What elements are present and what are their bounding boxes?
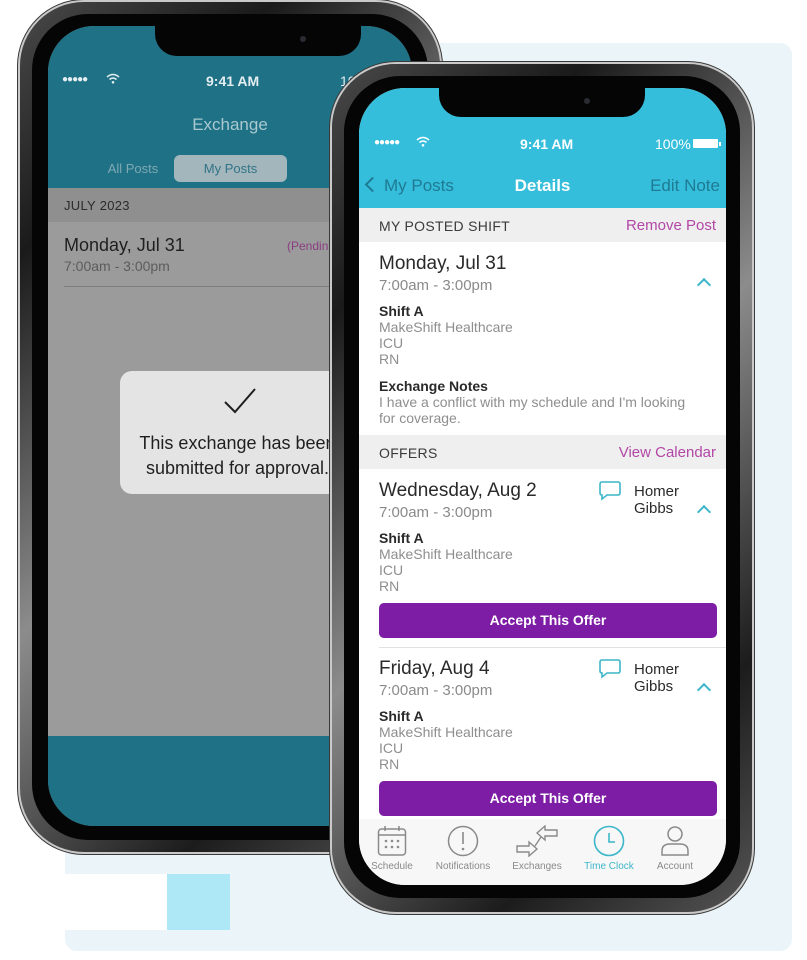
nav-bar: My Posts Details Edit Note bbox=[359, 176, 726, 198]
status-time: 9:41 AM bbox=[520, 136, 574, 152]
edit-note-button[interactable]: Edit Note bbox=[650, 176, 720, 196]
section-label: OFFERS bbox=[379, 445, 438, 461]
tab-bar: Schedule Notifications Exchanges Time Cl… bbox=[359, 819, 726, 885]
battery-icon bbox=[693, 139, 721, 148]
shift-organization: MakeShift Healthcare bbox=[379, 546, 513, 562]
shift-time: 7:00am - 3:00pm bbox=[379, 277, 493, 294]
divider bbox=[379, 647, 726, 648]
shift-role: RN bbox=[379, 756, 400, 772]
status-time: 9:41 AM bbox=[206, 73, 260, 89]
offer-time: 7:00am - 3:00pm bbox=[379, 504, 493, 521]
tab-label: Account bbox=[656, 861, 694, 872]
chevron-left-icon bbox=[364, 176, 381, 193]
tab-label: Notifications bbox=[435, 861, 491, 872]
posted-shift-card: Monday, Jul 31 7:00am - 3:00pm Shift A M… bbox=[379, 253, 719, 433]
shift-name: Shift A bbox=[379, 303, 424, 319]
shift-organization: MakeShift Healthcare bbox=[379, 319, 513, 335]
clock-icon bbox=[593, 825, 625, 857]
view-calendar-link[interactable]: View Calendar bbox=[619, 444, 716, 461]
checkmark-icon bbox=[224, 388, 256, 414]
offer-time: 7:00am - 3:00pm bbox=[379, 682, 493, 699]
shift-role: RN bbox=[379, 578, 400, 594]
exchange-notes: I have a conflict with my schedule and I… bbox=[379, 394, 686, 426]
battery-text: 100% bbox=[655, 136, 691, 152]
message-icon[interactable] bbox=[599, 659, 621, 679]
toast-message: This exchange has been submitted for app… bbox=[120, 431, 355, 481]
shift-name: Shift A bbox=[379, 530, 424, 546]
camera-icon bbox=[584, 98, 590, 104]
offer-card: Wednesday, Aug 2 7:00am - 3:00pm Homer G… bbox=[379, 480, 719, 610]
segment-my-posts[interactable]: My Posts bbox=[174, 155, 287, 182]
status-badge: (Pendin bbox=[287, 239, 329, 253]
calendar-icon bbox=[377, 826, 407, 856]
accept-offer-button[interactable]: Accept This Offer bbox=[379, 781, 717, 816]
back-button[interactable]: My Posts bbox=[364, 176, 454, 196]
notes-label: Exchange Notes bbox=[379, 378, 488, 394]
camera-icon bbox=[300, 36, 306, 42]
section-label: MY POSTED SHIFT bbox=[379, 218, 511, 234]
offer-date: Friday, Aug 4 bbox=[379, 658, 490, 679]
decorative-block-blue bbox=[167, 874, 230, 930]
wifi-icon bbox=[416, 136, 430, 147]
decorative-block-white bbox=[65, 874, 167, 930]
posted-shift-section-header: MY POSTED SHIFT Remove Post bbox=[359, 208, 726, 242]
tab-notifications[interactable]: Notifications bbox=[425, 819, 501, 879]
remove-post-link[interactable]: Remove Post bbox=[626, 217, 716, 234]
right-phone-screen: ●●●●● 9:41 AM 100% My Posts Details Edit… bbox=[359, 88, 726, 885]
tab-label: Exchanges bbox=[512, 861, 562, 872]
person-icon bbox=[661, 826, 689, 856]
notch bbox=[155, 26, 361, 56]
tab-label: Time Clock bbox=[584, 861, 634, 872]
offer-card: Friday, Aug 4 7:00am - 3:00pm Homer Gibb… bbox=[379, 658, 719, 788]
signal-icon: ●●●●● bbox=[62, 74, 88, 85]
shift-unit: ICU bbox=[379, 562, 404, 578]
tab-exchanges[interactable]: Exchanges bbox=[499, 819, 575, 879]
tab-schedule[interactable]: Schedule bbox=[359, 819, 430, 879]
signal-icon: ●●●●● bbox=[374, 137, 400, 148]
toast-message-line: submitted for approval. bbox=[145, 458, 330, 478]
wifi-icon bbox=[106, 73, 120, 84]
shift-unit: ICU bbox=[379, 335, 404, 351]
message-icon[interactable] bbox=[599, 481, 621, 501]
notch bbox=[439, 88, 645, 117]
shift-date: Monday, Jul 31 bbox=[379, 253, 507, 274]
toast-message-line: This exchange has been bbox=[139, 433, 336, 453]
shift-name: Shift A bbox=[379, 708, 424, 724]
status-bar: ●●●●● 9:41 AM 100% bbox=[359, 134, 726, 154]
shift-date: Monday, Jul 31 bbox=[64, 235, 185, 255]
tab-time-clock[interactable]: Time Clock bbox=[571, 819, 647, 879]
tab-label: Schedule bbox=[371, 861, 413, 872]
offer-date: Wednesday, Aug 2 bbox=[379, 480, 537, 501]
shift-unit: ICU bbox=[379, 740, 404, 756]
segment-all-posts[interactable]: All Posts bbox=[88, 155, 178, 182]
offers-section-header: OFFERS View Calendar bbox=[359, 435, 726, 469]
alert-circle-icon bbox=[447, 825, 479, 857]
tab-account[interactable]: Account bbox=[637, 819, 713, 879]
shift-organization: MakeShift Healthcare bbox=[379, 724, 513, 740]
shift-role: RN bbox=[379, 351, 400, 367]
accept-offer-button[interactable]: Accept This Offer bbox=[379, 603, 717, 638]
back-label: My Posts bbox=[384, 176, 454, 195]
exchange-arrows-icon bbox=[516, 825, 558, 857]
right-phone-frame: ●●●●● 9:41 AM 100% My Posts Details Edit… bbox=[332, 64, 752, 912]
shift-time: 7:00am - 3:00pm bbox=[64, 258, 170, 274]
chevron-up-icon[interactable] bbox=[696, 277, 712, 293]
